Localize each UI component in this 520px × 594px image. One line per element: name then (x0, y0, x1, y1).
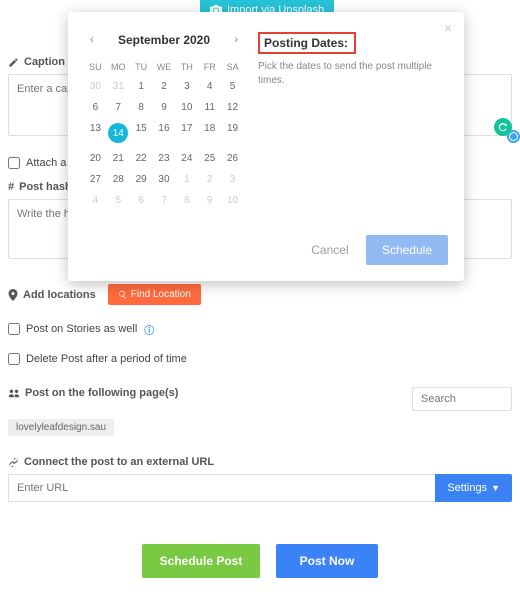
pages-search-input[interactable] (412, 387, 512, 411)
posting-dates-highlight: Posting Dates: (258, 32, 356, 54)
cancel-button[interactable]: Cancel (311, 243, 348, 257)
calendar-day: 6 (130, 190, 153, 211)
calendar-day[interactable]: 28 (107, 169, 130, 190)
attach-product-checkbox[interactable] (8, 157, 20, 169)
pin-icon (8, 289, 18, 301)
calendar-day[interactable]: 1 (130, 76, 153, 97)
link-icon (8, 457, 19, 468)
calendar-day[interactable]: 5 (221, 76, 244, 97)
calendar-day: 9 (198, 190, 221, 211)
info-icon[interactable]: ⓘ (143, 323, 155, 335)
calendar-dow: WE (153, 58, 176, 76)
calendar-day: 7 (153, 190, 176, 211)
calendar-day: 5 (107, 190, 130, 211)
calendar-month-label: September 2020 (118, 33, 210, 47)
calendar-day[interactable]: 3 (175, 76, 198, 97)
calendar-dow: SA (221, 58, 244, 76)
users-icon (8, 388, 20, 398)
calendar-day[interactable]: 11 (198, 97, 221, 118)
calendar-dow: TU (130, 58, 153, 76)
calendar-day: 4 (84, 190, 107, 211)
delete-after-label: Delete Post after a period of time (26, 353, 187, 365)
stories-label: Post on Stories as well (26, 323, 137, 335)
calendar-day[interactable]: 20 (84, 148, 107, 169)
calendar-day[interactable]: 14 (107, 118, 130, 148)
calendar-day[interactable]: 10 (175, 97, 198, 118)
calendar-day[interactable]: 6 (84, 97, 107, 118)
calendar-day[interactable]: 24 (175, 148, 198, 169)
edit-icon (8, 57, 19, 68)
calendar-day[interactable]: 7 (107, 97, 130, 118)
calendar-day[interactable]: 13 (84, 118, 107, 148)
calendar-day[interactable]: 2 (153, 76, 176, 97)
calendar-dow: FR (198, 58, 221, 76)
schedule-modal: × ‹ September 2020 › SUMOTUWETHFRSA 3031… (68, 12, 464, 281)
external-url-input[interactable] (8, 474, 435, 502)
calendar-day[interactable]: 21 (107, 148, 130, 169)
calendar-day[interactable]: 22 (130, 148, 153, 169)
calendar-day[interactable]: 19 (221, 118, 244, 148)
calendar-day: 8 (175, 190, 198, 211)
stories-checkbox[interactable] (8, 323, 20, 335)
calendar-day: 2 (198, 169, 221, 190)
calendar-dow: TH (175, 58, 198, 76)
calendar-day[interactable]: 30 (153, 169, 176, 190)
pages-label: Post on the following page(s) (8, 387, 178, 399)
close-icon[interactable]: × (444, 20, 452, 36)
schedule-button[interactable]: Schedule (366, 235, 448, 265)
calendar-dow: MO (107, 58, 130, 76)
external-url-label: Connect the post to an external URL (8, 456, 512, 468)
calendar-day: 31 (107, 76, 130, 97)
calendar-day[interactable]: 12 (221, 97, 244, 118)
delete-after-checkbox[interactable] (8, 353, 20, 365)
calendar-day[interactable]: 26 (221, 148, 244, 169)
url-settings-button[interactable]: Settings ▼ (435, 474, 512, 502)
post-now-button[interactable]: Post Now (276, 544, 379, 578)
find-location-button[interactable]: Find Location (108, 284, 201, 305)
caret-down-icon: ▼ (491, 483, 500, 493)
calendar-day[interactable]: 29 (130, 169, 153, 190)
calendar-day[interactable]: 4 (198, 76, 221, 97)
calendar-day[interactable]: 23 (153, 148, 176, 169)
calendar-day[interactable]: 18 (198, 118, 221, 148)
calendar-day: 30 (84, 76, 107, 97)
calendar-day[interactable]: 17 (175, 118, 198, 148)
calendar-day: 1 (175, 169, 198, 190)
calendar-day[interactable]: 25 (198, 148, 221, 169)
calendar-day[interactable]: 8 (130, 97, 153, 118)
grammarly-icon (498, 122, 508, 132)
next-month-button[interactable]: › (230, 32, 242, 48)
hash-icon: # (8, 181, 14, 193)
schedule-post-button[interactable]: Schedule Post (142, 544, 261, 578)
calendar-dow: SU (84, 58, 107, 76)
calendar-day[interactable]: 15 (130, 118, 153, 148)
page-tag[interactable]: lovelyleafdesign.sau (8, 419, 114, 436)
calendar-day: 3 (221, 169, 244, 190)
grammarly-badge[interactable] (494, 118, 512, 136)
calendar-day[interactable]: 27 (84, 169, 107, 190)
posting-dates-hint: Pick the dates to send the post multiple… (258, 60, 448, 88)
locations-label: Add locations (8, 289, 96, 301)
calendar: ‹ September 2020 › SUMOTUWETHFRSA 303112… (84, 26, 244, 211)
search-icon (118, 290, 127, 299)
calendar-day: 10 (221, 190, 244, 211)
calendar-day[interactable]: 9 (153, 97, 176, 118)
prev-month-button[interactable]: ‹ (86, 32, 98, 48)
posting-dates-title: Posting Dates: (264, 36, 348, 50)
calendar-day[interactable]: 16 (153, 118, 176, 148)
